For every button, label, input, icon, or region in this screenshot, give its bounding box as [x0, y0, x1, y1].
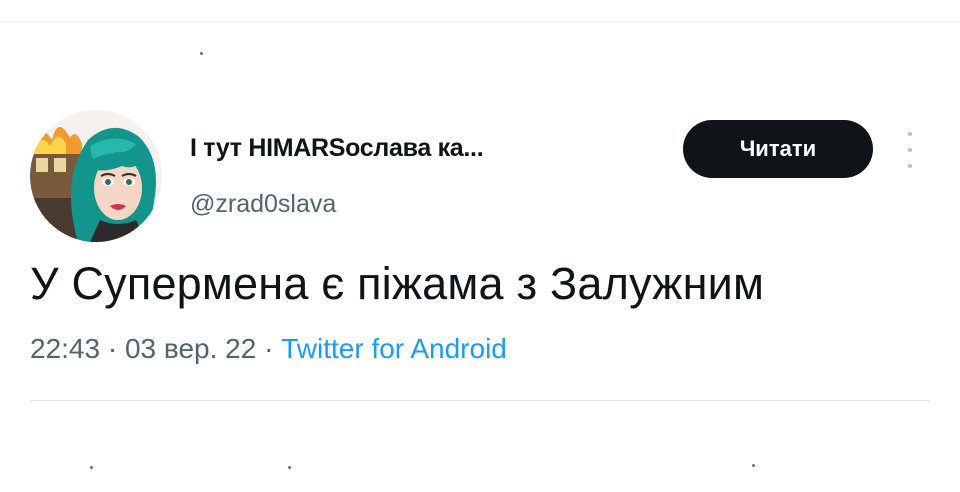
- bottom-divider: [30, 400, 930, 401]
- read-button[interactable]: Читати: [683, 120, 873, 178]
- avatar[interactable]: [30, 110, 162, 242]
- more-vertical-icon[interactable]: [906, 132, 914, 168]
- speck: [90, 466, 93, 469]
- tweet-source[interactable]: Twitter for Android: [281, 333, 507, 364]
- tweet-meta: 22:43 · 03 вер. 22 · Twitter for Android: [30, 333, 507, 365]
- display-name[interactable]: І тут HIMARSослава ка...: [190, 134, 484, 163]
- user-handle[interactable]: @zrad0slava: [190, 190, 336, 219]
- speck: [752, 464, 755, 467]
- more-dot: [908, 164, 912, 168]
- top-divider: [0, 21, 960, 22]
- speck: [288, 466, 291, 469]
- more-dot: [908, 148, 912, 152]
- more-dot: [908, 132, 912, 136]
- tweet-text: У Супермена є піжама з Залужним: [30, 258, 765, 309]
- avatar-image: [30, 110, 162, 242]
- meta-separator: ·: [107, 333, 118, 364]
- speck: [200, 52, 203, 55]
- tweet-date[interactable]: 03 вер. 22: [125, 333, 256, 364]
- meta-separator: ·: [264, 333, 274, 364]
- tweet-time[interactable]: 22:43: [30, 333, 100, 364]
